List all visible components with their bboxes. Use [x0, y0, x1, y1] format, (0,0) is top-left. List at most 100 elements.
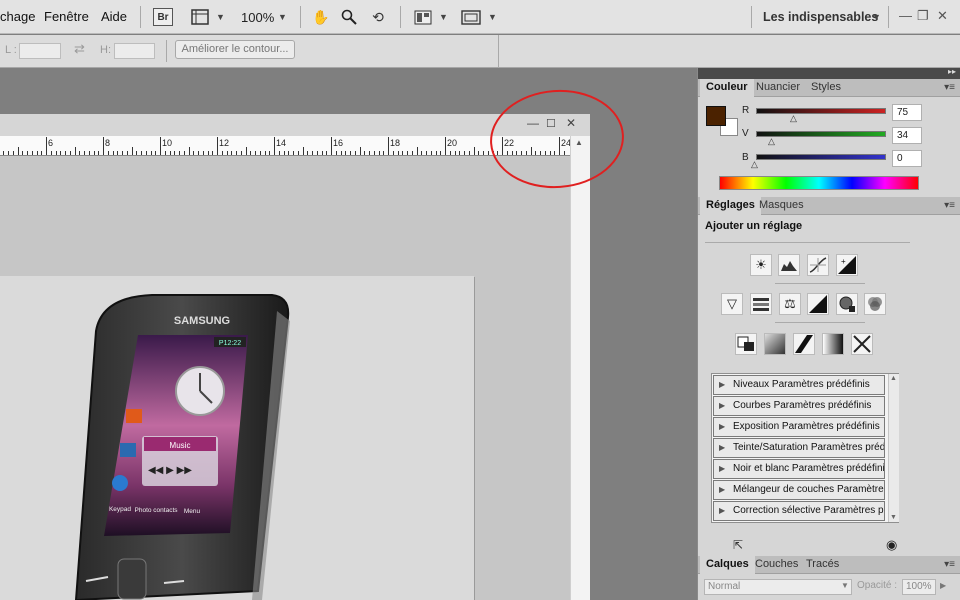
- list-item[interactable]: ▶Mélangeur de couches Paramètres prédéfi…: [713, 480, 885, 500]
- expand-triangle-icon[interactable]: ▶: [719, 502, 725, 520]
- menu-window[interactable]: Fenêtre: [44, 9, 89, 24]
- tab-paths[interactable]: Tracés: [800, 556, 845, 574]
- list-item[interactable]: ▶ Noir et blanc Paramètres prédéfinis: [713, 459, 885, 479]
- list-item[interactable]: ▶Correction sélective Paramètres prédéfi…: [713, 501, 885, 521]
- list-item[interactable]: ▶ Niveaux Paramètres prédéfinis: [713, 375, 885, 395]
- tab-layers[interactable]: Calques: [700, 556, 755, 574]
- dock-collapse-bar[interactable]: ▸▸: [698, 67, 960, 79]
- ruler-tick: [50, 151, 52, 155]
- ruler-tick: [103, 137, 104, 155]
- photo-filter-icon[interactable]: [836, 293, 858, 315]
- preset-scrollbar[interactable]: ▲ ▼: [888, 374, 899, 522]
- tab-swatches[interactable]: Nuancier: [750, 79, 806, 97]
- color-spectrum-bar[interactable]: [719, 176, 919, 190]
- vertical-scrollbar[interactable]: ▲: [570, 136, 590, 600]
- expand-triangle-icon[interactable]: ▶: [719, 418, 725, 436]
- chevron-down-icon[interactable]: ▼: [872, 12, 881, 22]
- ruler-tick: [55, 151, 57, 155]
- chevron-down-icon[interactable]: ▼: [216, 12, 225, 22]
- channel-v-label: V: [742, 128, 749, 139]
- vibrance-icon[interactable]: ▽: [721, 293, 743, 315]
- zoom-tool-icon[interactable]: [340, 8, 358, 26]
- workspace-switcher[interactable]: Les indispensables: [763, 10, 878, 24]
- tab-color[interactable]: Couleur: [700, 79, 754, 97]
- height-field[interactable]: [114, 43, 155, 59]
- arrange-documents-icon[interactable]: [413, 8, 433, 26]
- tab-adjustments[interactable]: Réglages: [700, 197, 761, 215]
- gradient-map-icon[interactable]: [822, 333, 844, 355]
- ruler-tick: [74, 147, 76, 155]
- zoom-level[interactable]: 100%: [241, 10, 274, 25]
- expand-triangle-icon[interactable]: ▶: [719, 376, 725, 394]
- ruler-tick: [155, 151, 157, 155]
- panel-menu-icon[interactable]: ▾≡: [944, 82, 955, 93]
- refine-edge-button[interactable]: Améliorer le contour...: [175, 40, 295, 59]
- scroll-down-icon[interactable]: ▼: [890, 514, 897, 521]
- view-extras-icon[interactable]: [190, 8, 210, 26]
- swap-icon[interactable]: ⇄: [74, 41, 85, 57]
- brightness-icon[interactable]: ☀: [750, 254, 772, 276]
- threshold-icon[interactable]: [793, 333, 815, 355]
- selective-color-icon[interactable]: [851, 333, 873, 355]
- menu-image[interactable]: chage: [0, 9, 35, 24]
- invert-icon[interactable]: [735, 333, 757, 355]
- chevron-down-icon[interactable]: ▼: [278, 12, 287, 22]
- channel-r-value[interactable]: 75: [892, 104, 922, 121]
- horizontal-ruler[interactable]: 6 8 10 12 14 16 18 20 22 24: [0, 136, 571, 156]
- options-bar: L : ⇄ H: Améliorer le contour...: [0, 35, 960, 68]
- scroll-up-icon[interactable]: ▲: [890, 375, 897, 382]
- ruler-tick: [117, 151, 119, 155]
- expand-triangle-icon[interactable]: ▶: [719, 439, 725, 457]
- expand-icon[interactable]: ▸▸: [948, 67, 956, 76]
- restore-icon[interactable]: ❐: [917, 8, 929, 24]
- color-balance-icon[interactable]: ⚖: [779, 293, 801, 315]
- hue-saturation-icon[interactable]: [750, 293, 772, 315]
- channel-mixer-icon[interactable]: [864, 293, 886, 315]
- posterize-icon[interactable]: [764, 333, 786, 355]
- clip-visibility-icon[interactable]: ◉: [886, 537, 897, 553]
- tab-masks[interactable]: Masques: [753, 197, 810, 215]
- list-item[interactable]: ▶ Courbes Paramètres prédéfinis: [713, 396, 885, 416]
- slider-thumb-icon[interactable]: △: [768, 136, 775, 147]
- list-item[interactable]: ▶Teinte/Saturation Paramètres prédéfinis: [713, 438, 885, 458]
- channel-r-slider[interactable]: [756, 108, 886, 114]
- opacity-field[interactable]: 100%: [902, 579, 936, 595]
- slider-thumb-icon[interactable]: △: [751, 159, 758, 170]
- screen-mode-icon[interactable]: [460, 8, 482, 26]
- menu-help[interactable]: Aide: [101, 9, 127, 24]
- channel-v-value[interactable]: 34: [892, 127, 922, 144]
- curves-icon[interactable]: [807, 254, 829, 276]
- expand-triangle-icon[interactable]: ▶: [719, 460, 725, 478]
- chevron-down-icon[interactable]: ▼: [488, 12, 497, 22]
- ruler-label: 16: [333, 138, 344, 148]
- bridge-button[interactable]: Br: [153, 8, 173, 26]
- chevron-down-icon[interactable]: ▼: [439, 12, 448, 22]
- panel-menu-icon[interactable]: ▾≡: [944, 200, 955, 211]
- expand-triangle-icon[interactable]: ▶: [719, 481, 725, 499]
- ruler-tick: [150, 151, 152, 155]
- list-item[interactable]: ▶ Exposition Paramètres prédéfinis: [713, 417, 885, 437]
- channel-v-slider[interactable]: [756, 131, 886, 137]
- channel-r-label: R: [742, 105, 750, 116]
- blend-mode-select[interactable]: Normal: [704, 579, 852, 595]
- minimize-icon[interactable]: —: [899, 8, 912, 23]
- tab-channels[interactable]: Couches: [749, 556, 804, 574]
- tab-styles[interactable]: Styles: [805, 79, 847, 97]
- divider: [705, 242, 910, 243]
- chevron-down-icon[interactable]: ▼: [841, 581, 849, 590]
- return-to-list-icon[interactable]: ⇱: [733, 538, 743, 552]
- width-field[interactable]: [19, 43, 61, 59]
- channel-b-value[interactable]: 0: [892, 150, 922, 167]
- foreground-color-swatch[interactable]: [706, 106, 726, 126]
- chevron-right-icon[interactable]: ▶: [940, 581, 946, 590]
- black-white-icon[interactable]: [807, 293, 829, 315]
- channel-b-slider[interactable]: [756, 154, 886, 160]
- levels-icon[interactable]: [778, 254, 800, 276]
- expand-triangle-icon[interactable]: ▶: [719, 397, 725, 415]
- hand-tool-icon[interactable]: ✋: [312, 8, 330, 26]
- close-icon[interactable]: ✕: [937, 8, 948, 24]
- exposure-icon[interactable]: +: [836, 254, 858, 276]
- slider-thumb-icon[interactable]: △: [790, 113, 797, 124]
- rotate-view-icon[interactable]: ⟲: [368, 8, 388, 26]
- panel-menu-icon[interactable]: ▾≡: [944, 559, 955, 570]
